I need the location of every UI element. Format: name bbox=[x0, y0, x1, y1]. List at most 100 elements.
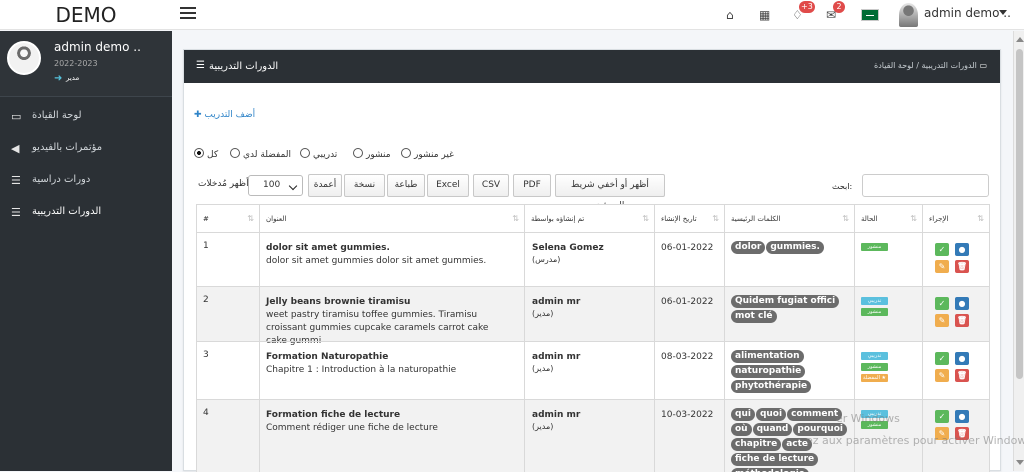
training-title[interactable]: Formation Naturopathie bbox=[266, 352, 388, 362]
brand-logo[interactable]: DEMO bbox=[0, 0, 172, 30]
filter-training[interactable]: تدريبي bbox=[300, 148, 337, 160]
column-header-keywords[interactable]: الكلمات الرئيسية ⇅ bbox=[724, 205, 854, 232]
view-globe-icon[interactable]: ● bbox=[955, 243, 969, 256]
delete-icon[interactable]: 🗑 bbox=[955, 427, 969, 440]
radio-icon[interactable] bbox=[230, 148, 240, 158]
menu-toggle-icon[interactable] bbox=[180, 7, 196, 19]
edit-icon[interactable]: ✎ bbox=[935, 427, 949, 440]
view-globe-icon[interactable]: ● bbox=[955, 410, 969, 423]
keyword-badge: phytothérapie bbox=[731, 380, 812, 393]
sidebar-user-name: admin demo .. bbox=[54, 40, 141, 54]
radio-selected-icon[interactable] bbox=[194, 148, 204, 158]
approve-icon[interactable]: ✓ bbox=[935, 410, 949, 423]
entries-select[interactable]: 100 bbox=[248, 175, 303, 196]
view-globe-icon[interactable]: ● bbox=[955, 297, 969, 310]
toggle-filter-bar-button[interactable]: أظهر أو أخفي شريط المرشح bbox=[555, 174, 665, 211]
messages-count-badge: 2 bbox=[833, 1, 845, 13]
sidebar-item-courses[interactable]: ☰ دورات دراسية bbox=[0, 161, 172, 193]
column-header-number[interactable]: # ⇅ bbox=[196, 205, 259, 232]
column-header-created-date[interactable]: تاريخ الإنشاء ⇅ bbox=[654, 205, 724, 232]
home-icon[interactable]: ⌂ bbox=[726, 8, 734, 22]
search-input[interactable] bbox=[862, 174, 989, 197]
chevron-down-icon[interactable] bbox=[999, 10, 1007, 15]
status-cell: تدريبي منشور bbox=[854, 400, 922, 472]
approve-icon[interactable]: ✓ bbox=[935, 297, 949, 310]
row-number: 2 bbox=[203, 295, 209, 305]
title-cell: dolor sit amet gummies. dolor sit amet g… bbox=[259, 233, 524, 286]
title-cell: Formation Naturopathie Chapitre 1 : Intr… bbox=[259, 342, 524, 399]
breadcrumb-home[interactable]: لوحة القيادة bbox=[874, 61, 914, 70]
sidebar-item-video-conferences[interactable]: ◀ مؤتمرات بالفيديو bbox=[0, 129, 172, 161]
training-title[interactable]: Jelly beans brownie tiramisu bbox=[266, 297, 410, 307]
user-menu-name[interactable]: admin demo .. bbox=[924, 6, 1011, 20]
excel-button[interactable]: Excel bbox=[427, 174, 469, 197]
sidebar-item-label: مؤتمرات بالفيديو bbox=[32, 142, 103, 153]
calendar-icon[interactable]: ▦ bbox=[759, 8, 770, 22]
columns-button[interactable]: أعمدة bbox=[308, 174, 342, 197]
filter-published[interactable]: منشور bbox=[353, 148, 391, 160]
sort-icon[interactable]: ⇅ bbox=[512, 214, 519, 223]
add-training-button[interactable]: ✚ أضف التدريب bbox=[194, 110, 255, 120]
sort-icon[interactable]: ⇅ bbox=[977, 214, 984, 223]
keywords-list: qui quoi commentoù quand pourquoichapitre act… bbox=[731, 408, 853, 472]
filter-all[interactable]: كل bbox=[194, 148, 218, 160]
csv-button[interactable]: CSV bbox=[473, 174, 509, 197]
page-scrollbar[interactable] bbox=[1013, 31, 1024, 471]
radio-icon[interactable] bbox=[401, 148, 411, 158]
scroll-up-icon[interactable] bbox=[1016, 37, 1024, 42]
sort-icon[interactable]: ⇅ bbox=[842, 214, 849, 223]
sort-icon[interactable]: ⇅ bbox=[642, 214, 649, 223]
filter-all-label: كل bbox=[207, 150, 219, 160]
delete-icon[interactable]: 🗑 bbox=[955, 369, 969, 382]
keyword-badge: dolor bbox=[731, 241, 766, 254]
user-avatar[interactable] bbox=[899, 3, 918, 27]
created-date: 10-03-2022 bbox=[661, 410, 714, 420]
filter-unpublished[interactable]: غير منشور bbox=[401, 148, 454, 160]
keywords-cell: Quidem fugiat offici mot clé bbox=[724, 287, 854, 341]
edit-icon[interactable]: ✎ bbox=[935, 314, 949, 327]
sidebar-item-trainings[interactable]: ☰ الدورات التدريبية bbox=[0, 193, 172, 225]
scroll-thumb[interactable] bbox=[1016, 49, 1023, 379]
training-title[interactable]: Formation fiche de lecture bbox=[266, 410, 400, 420]
pdf-button[interactable]: PDF bbox=[513, 174, 551, 197]
column-header-actions[interactable]: الإجراء ⇅ bbox=[922, 205, 990, 232]
windows-watermark-title: er Windows bbox=[836, 412, 900, 425]
edit-icon[interactable]: ✎ bbox=[935, 369, 949, 382]
sort-icon[interactable]: ⇅ bbox=[712, 214, 719, 223]
sort-icon[interactable]: ⇅ bbox=[247, 214, 254, 223]
delete-icon[interactable]: 🗑 bbox=[955, 260, 969, 273]
sidebar-item-label: لوحة القيادة bbox=[32, 110, 82, 121]
copy-button[interactable]: نسخة bbox=[344, 174, 385, 197]
training-title[interactable]: dolor sit amet gummies. bbox=[266, 243, 390, 253]
scroll-down-icon[interactable] bbox=[1016, 460, 1024, 465]
created-date-cell: 10-03-2022 bbox=[654, 400, 724, 472]
creator-role: (مدير) bbox=[532, 422, 554, 431]
keywords-cell: qui quoi commentoù quand pourquoichapitre act… bbox=[724, 400, 854, 472]
sort-icon[interactable]: ⇅ bbox=[910, 214, 917, 223]
approve-icon[interactable]: ✓ bbox=[935, 352, 949, 365]
delete-icon[interactable]: 🗑 bbox=[955, 314, 969, 327]
messages-icon[interactable]: ✉ 2 bbox=[826, 1, 845, 22]
trainings-table: # ⇅ العنوان ⇅ تم إنشاؤه بواسطة ⇅ تاريخ الإن… bbox=[196, 204, 990, 472]
notification-bell-icon[interactable]: ♢ +3 bbox=[792, 1, 815, 22]
edit-icon[interactable]: ✎ bbox=[935, 260, 949, 273]
academic-year: 2022-2023 bbox=[54, 59, 98, 68]
column-header-status[interactable]: الحالة ⇅ bbox=[854, 205, 922, 232]
keyword-badge: où bbox=[731, 423, 752, 436]
column-header-title[interactable]: العنوان ⇅ bbox=[259, 205, 524, 232]
sidebar-item-dashboard[interactable]: ▭ لوحة القيادة bbox=[0, 97, 172, 129]
print-button[interactable]: طباعة bbox=[387, 174, 425, 197]
radio-icon[interactable] bbox=[300, 148, 310, 158]
keyword-badge: quoi bbox=[755, 408, 787, 421]
add-training-label: أضف التدريب bbox=[204, 110, 256, 120]
user-role: مدير bbox=[66, 74, 80, 82]
view-globe-icon[interactable]: ● bbox=[955, 352, 969, 365]
keywords-list: alimentation naturopathie phytothérapie bbox=[731, 350, 853, 395]
filter-favorites[interactable]: المفضلة لدي bbox=[230, 148, 291, 160]
language-flag-icon[interactable] bbox=[861, 9, 879, 21]
created-date: 06-01-2022 bbox=[661, 243, 714, 253]
column-header-created-by[interactable]: تم إنشاؤه بواسطة ⇅ bbox=[524, 205, 654, 232]
breadcrumb: الدورات التدريبية / لوحة القيادة ▭ bbox=[874, 61, 989, 70]
radio-icon[interactable] bbox=[353, 148, 363, 158]
approve-icon[interactable]: ✓ bbox=[935, 243, 949, 256]
